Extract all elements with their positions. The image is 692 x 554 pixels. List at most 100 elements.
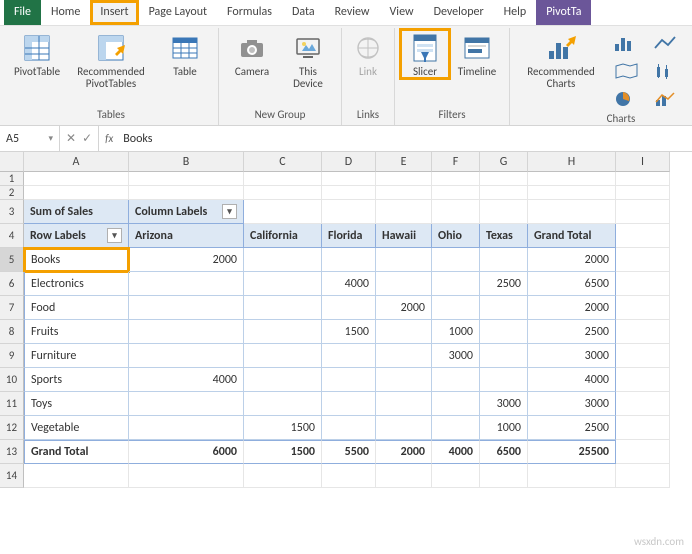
cell[interactable] [244, 200, 322, 224]
pivot-col-ohio[interactable]: Ohio [432, 224, 480, 248]
link-button[interactable]: Link [348, 30, 388, 78]
tab-review[interactable]: Review [325, 0, 380, 25]
pivot-value[interactable] [376, 320, 432, 344]
pivot-value[interactable] [244, 344, 322, 368]
cell[interactable] [528, 200, 616, 224]
pivot-value[interactable] [480, 296, 528, 320]
line-chart-icon[interactable] [648, 30, 686, 56]
pivot-row-toys[interactable]: Toys [24, 392, 129, 416]
column-header-G[interactable]: G [480, 152, 528, 172]
tab-pivottable[interactable]: PivotTa [536, 0, 591, 25]
cell[interactable] [432, 464, 480, 488]
pivot-grand-total-value[interactable]: 2000 [376, 440, 432, 464]
pivot-value[interactable] [432, 368, 480, 392]
cell[interactable] [616, 186, 670, 200]
cell[interactable] [24, 464, 129, 488]
recommended-pivot-button[interactable]: Recommended PivotTables [66, 30, 156, 90]
pivot-row-sports[interactable]: Sports [24, 368, 129, 392]
column-header-C[interactable]: C [244, 152, 322, 172]
pivot-col-grand-total[interactable]: Grand Total [528, 224, 616, 248]
pivot-value[interactable]: 6500 [528, 272, 616, 296]
slicer-button[interactable]: Slicer [401, 30, 449, 78]
row-header-13[interactable]: 13 [0, 440, 24, 464]
cell[interactable] [616, 440, 670, 464]
pivot-value[interactable] [480, 320, 528, 344]
pivot-col-hawaii[interactable]: Hawaii [376, 224, 432, 248]
pivot-value[interactable]: 3000 [528, 344, 616, 368]
tab-formulas[interactable]: Formulas [217, 0, 282, 25]
row-header-1[interactable]: 1 [0, 172, 24, 186]
pivot-col-arizona[interactable]: Arizona [129, 224, 244, 248]
row-header-14[interactable]: 14 [0, 464, 24, 488]
cell[interactable] [616, 200, 670, 224]
pivot-grand-total-label[interactable]: Grand Total [24, 440, 129, 464]
map-chart-icon[interactable] [608, 58, 646, 84]
tab-data[interactable]: Data [282, 0, 325, 25]
tab-insert[interactable]: Insert [90, 0, 138, 25]
pivot-row-books[interactable]: Books [24, 248, 129, 272]
column-header-H[interactable]: H [528, 152, 616, 172]
tab-help[interactable]: Help [494, 0, 537, 25]
pivot-value[interactable] [129, 296, 244, 320]
pivot-value[interactable] [244, 320, 322, 344]
pivot-value[interactable] [376, 272, 432, 296]
hierarchy-chart-icon[interactable] [688, 30, 692, 56]
pivot-value[interactable]: 2000 [528, 248, 616, 272]
pivot-value[interactable] [376, 248, 432, 272]
cell[interactable] [616, 344, 670, 368]
cell[interactable] [244, 172, 322, 186]
pivot-value[interactable] [129, 272, 244, 296]
pivot-grand-total-value[interactable]: 4000 [432, 440, 480, 464]
pivottable-button[interactable]: PivotTable [10, 30, 64, 78]
camera-button[interactable]: Camera [225, 30, 279, 78]
row-header-7[interactable]: 7 [0, 296, 24, 320]
pivot-col-florida[interactable]: Florida [322, 224, 376, 248]
cancel-icon[interactable]: ✕ [66, 131, 76, 146]
pivot-value[interactable] [432, 296, 480, 320]
pivot-column-labels[interactable]: Column Labels▾ [129, 200, 244, 224]
pivot-value[interactable] [376, 368, 432, 392]
pivot-value[interactable]: 2500 [528, 320, 616, 344]
cell[interactable] [244, 186, 322, 200]
row-header-6[interactable]: 6 [0, 272, 24, 296]
tab-page-layout[interactable]: Page Layout [139, 0, 217, 25]
cell[interactable] [24, 172, 129, 186]
cell[interactable] [616, 224, 670, 248]
pivot-value[interactable] [322, 296, 376, 320]
cell[interactable] [616, 416, 670, 440]
pivot-row-food[interactable]: Food [24, 296, 129, 320]
scatter-chart-icon[interactable] [688, 58, 692, 84]
pivot-value[interactable] [376, 392, 432, 416]
pivot-value[interactable] [129, 320, 244, 344]
pivot-col-california[interactable]: California [244, 224, 322, 248]
pivot-value[interactable]: 4000 [528, 368, 616, 392]
column-header-D[interactable]: D [322, 152, 376, 172]
column-labels-dropdown[interactable]: ▾ [222, 204, 237, 219]
row-labels-dropdown[interactable]: ▾ [107, 228, 122, 243]
column-header-I[interactable]: I [616, 152, 670, 172]
cell[interactable] [480, 200, 528, 224]
select-all-triangle[interactable] [0, 152, 24, 172]
pivot-row-electronics[interactable]: Electronics [24, 272, 129, 296]
pivot-value[interactable] [480, 344, 528, 368]
pivot-grand-total-value[interactable]: 1500 [244, 440, 322, 464]
cell[interactable] [616, 296, 670, 320]
sheet-grid[interactable]: 123Sum of SalesColumn Labels▾4Row Labels… [0, 172, 692, 488]
row-header-4[interactable]: 4 [0, 224, 24, 248]
cell[interactable] [322, 200, 376, 224]
pivot-value[interactable] [322, 248, 376, 272]
pivot-value[interactable] [376, 416, 432, 440]
cell[interactable] [432, 172, 480, 186]
pivot-value[interactable]: 2000 [528, 296, 616, 320]
cell[interactable] [616, 368, 670, 392]
cell[interactable] [528, 172, 616, 186]
cell[interactable] [432, 200, 480, 224]
table-button[interactable]: Table [158, 30, 212, 78]
row-header-10[interactable]: 10 [0, 368, 24, 392]
cell[interactable] [616, 320, 670, 344]
pivot-value[interactable] [432, 392, 480, 416]
cell[interactable] [432, 186, 480, 200]
pie-chart-icon[interactable] [608, 86, 646, 112]
cell[interactable] [480, 186, 528, 200]
pivot-value[interactable]: 3000 [432, 344, 480, 368]
